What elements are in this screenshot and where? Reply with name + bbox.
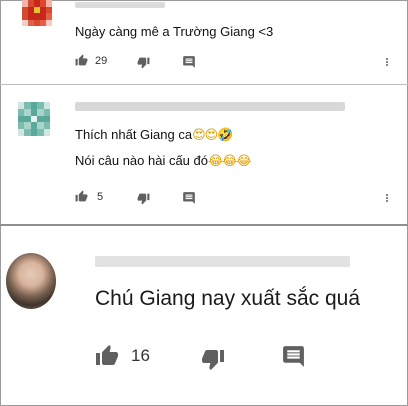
comment-icon[interactable]	[182, 191, 196, 205]
thumb-up-icon	[75, 54, 88, 66]
comment-icon[interactable]	[281, 344, 306, 369]
author-name-blurred[interactable]	[75, 2, 165, 8]
thumb-down-icon[interactable]	[137, 56, 150, 69]
more-vert-icon[interactable]	[381, 191, 393, 205]
comment-line-1: Thích nhất Giang ca😍😍🤣	[75, 127, 233, 143]
comment-line-2: Nói câu nào hài cấu đó😂😂😂	[75, 153, 252, 169]
author-name-blurred[interactable]	[75, 102, 345, 111]
thumb-up-icon	[96, 345, 118, 365]
like-count: 5	[97, 190, 104, 203]
more-vert-icon[interactable]	[381, 55, 393, 69]
emoji: 😍😍🤣	[192, 128, 233, 143]
thumb-down-icon[interactable]	[137, 192, 150, 205]
like-count: 16	[131, 346, 150, 365]
like-count: 29	[95, 54, 108, 67]
avatar[interactable]	[22, 0, 52, 26]
like-button[interactable]: 5	[75, 190, 103, 203]
comment-icon[interactable]	[182, 55, 196, 69]
avatar[interactable]	[6, 253, 56, 309]
thumb-up-icon	[75, 190, 88, 202]
screenshot-frame	[0, 0, 408, 406]
comment-text: Nói câu nào hài cấu đó	[75, 153, 208, 168]
author-name-blurred[interactable]	[95, 256, 350, 267]
thumb-down-icon[interactable]	[201, 347, 225, 371]
like-button[interactable]: 16	[95, 344, 150, 368]
comment-text: Ngày càng mê a Trường Giang <3	[75, 24, 274, 39]
divider	[0, 84, 408, 85]
divider	[0, 224, 408, 226]
like-button[interactable]: 29	[75, 54, 107, 67]
emoji: 😂😂😂	[207, 154, 252, 169]
avatar[interactable]	[18, 102, 50, 136]
comment-text: Chú Giang nay xuất sắc quá	[95, 287, 361, 310]
comment-text: Thích nhất Giang ca	[75, 127, 193, 142]
